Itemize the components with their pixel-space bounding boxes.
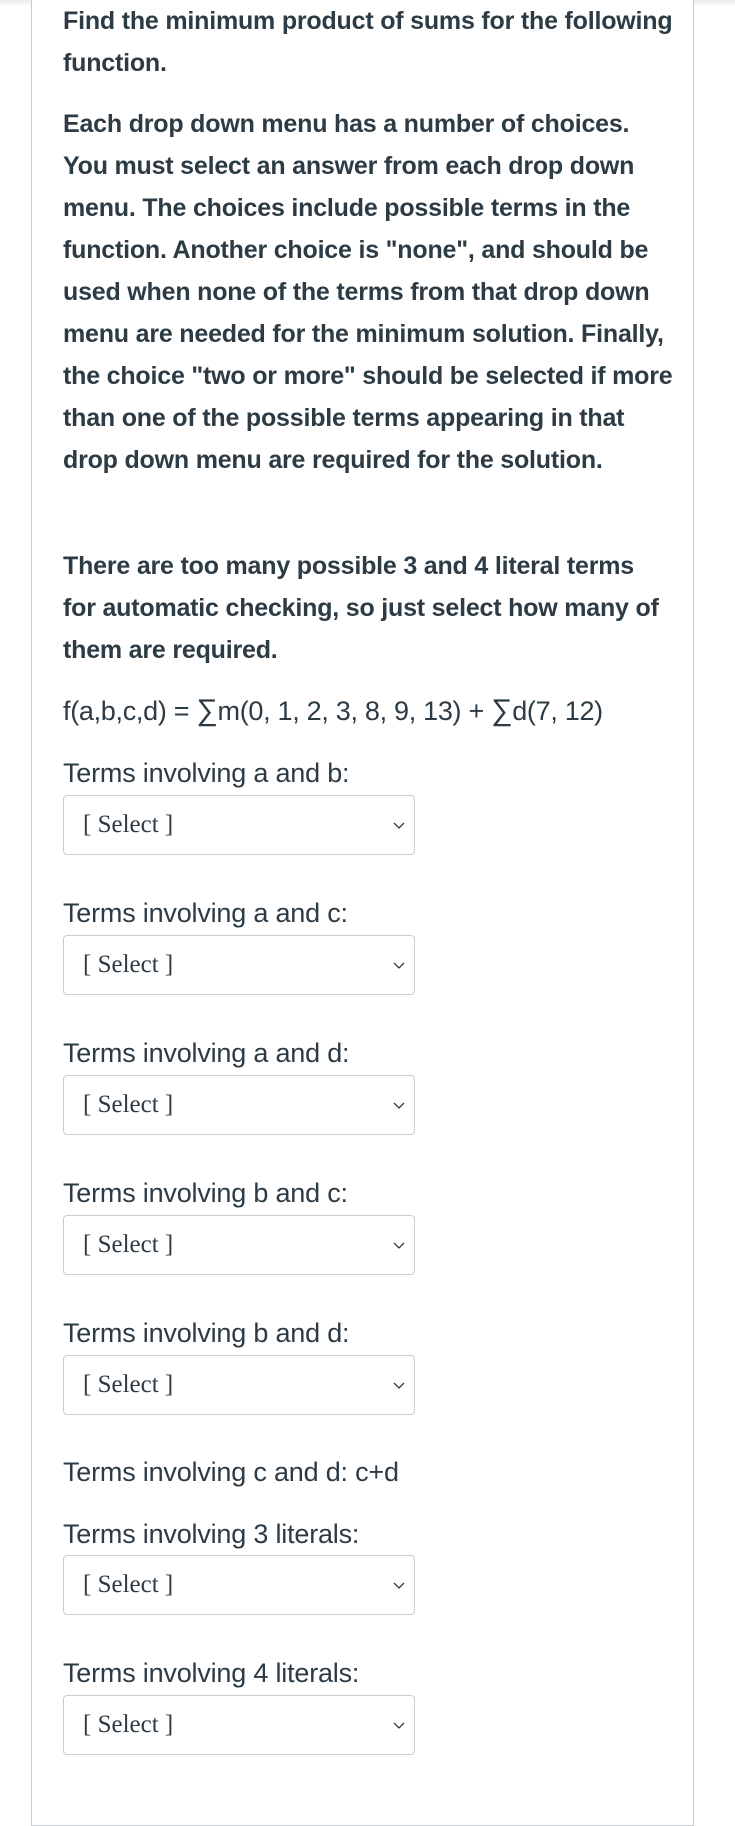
label-terms-ab: Terms involving a and b:	[63, 758, 350, 788]
select-value: [ Select ]	[83, 951, 174, 978]
select-value: [ Select ]	[83, 1371, 174, 1398]
question-instructions: Each drop down menu has a number of choi…	[63, 110, 673, 474]
formula-lhs: f(a,b,c,d) =	[63, 696, 197, 726]
select-value: [ Select ]	[83, 1091, 174, 1118]
select-value: [ Select ]	[83, 1711, 174, 1738]
label-terms-4-literals: Terms involving 4 literals:	[63, 1658, 360, 1688]
select-terms-bc[interactable]: [ Select ]	[63, 1215, 415, 1275]
label-terms-bd: Terms involving b and d:	[63, 1318, 350, 1348]
chevron-down-icon	[393, 1582, 405, 1589]
chevron-down-icon	[393, 962, 405, 969]
select-terms-4-literals[interactable]: [ Select ]	[63, 1695, 415, 1755]
chevron-down-icon	[393, 1102, 405, 1109]
select-terms-3-literals[interactable]: [ Select ]	[63, 1555, 415, 1615]
label-terms-cd: Terms involving c and d: c+d	[63, 1457, 399, 1487]
chevron-down-icon	[393, 1382, 405, 1389]
chevron-down-icon	[393, 1242, 405, 1249]
chevron-down-icon	[393, 1722, 405, 1729]
question-title: Find the minimum product of sums for the…	[63, 7, 673, 77]
select-terms-ad[interactable]: [ Select ]	[63, 1075, 415, 1135]
label-terms-ad: Terms involving a and d:	[63, 1038, 350, 1068]
sigma-icon: ∑	[196, 694, 218, 727]
select-value: [ Select ]	[83, 1231, 174, 1258]
label-terms-ac: Terms involving a and c:	[63, 898, 348, 928]
select-value: [ Select ]	[83, 811, 174, 838]
question-note: There are too many possible 3 and 4 lite…	[63, 552, 659, 664]
select-terms-ab[interactable]: [ Select ]	[63, 795, 415, 855]
formula-plus: +	[461, 696, 492, 726]
select-terms-ac[interactable]: [ Select ]	[63, 935, 415, 995]
function-formula: f(a,b,c,d) = ∑m(0, 1, 2, 3, 8, 9, 13) + …	[63, 690, 603, 732]
chevron-down-icon	[393, 822, 405, 829]
select-terms-bd[interactable]: [ Select ]	[63, 1355, 415, 1415]
label-terms-3-literals: Terms involving 3 literals:	[63, 1519, 360, 1549]
sigma-icon: ∑	[491, 694, 513, 727]
select-value: [ Select ]	[83, 1571, 174, 1598]
formula-dontcares: d(7, 12)	[512, 696, 603, 726]
label-terms-bc: Terms involving b and c:	[63, 1178, 348, 1208]
formula-minterms: m(0, 1, 2, 3, 8, 9, 13)	[217, 696, 462, 726]
